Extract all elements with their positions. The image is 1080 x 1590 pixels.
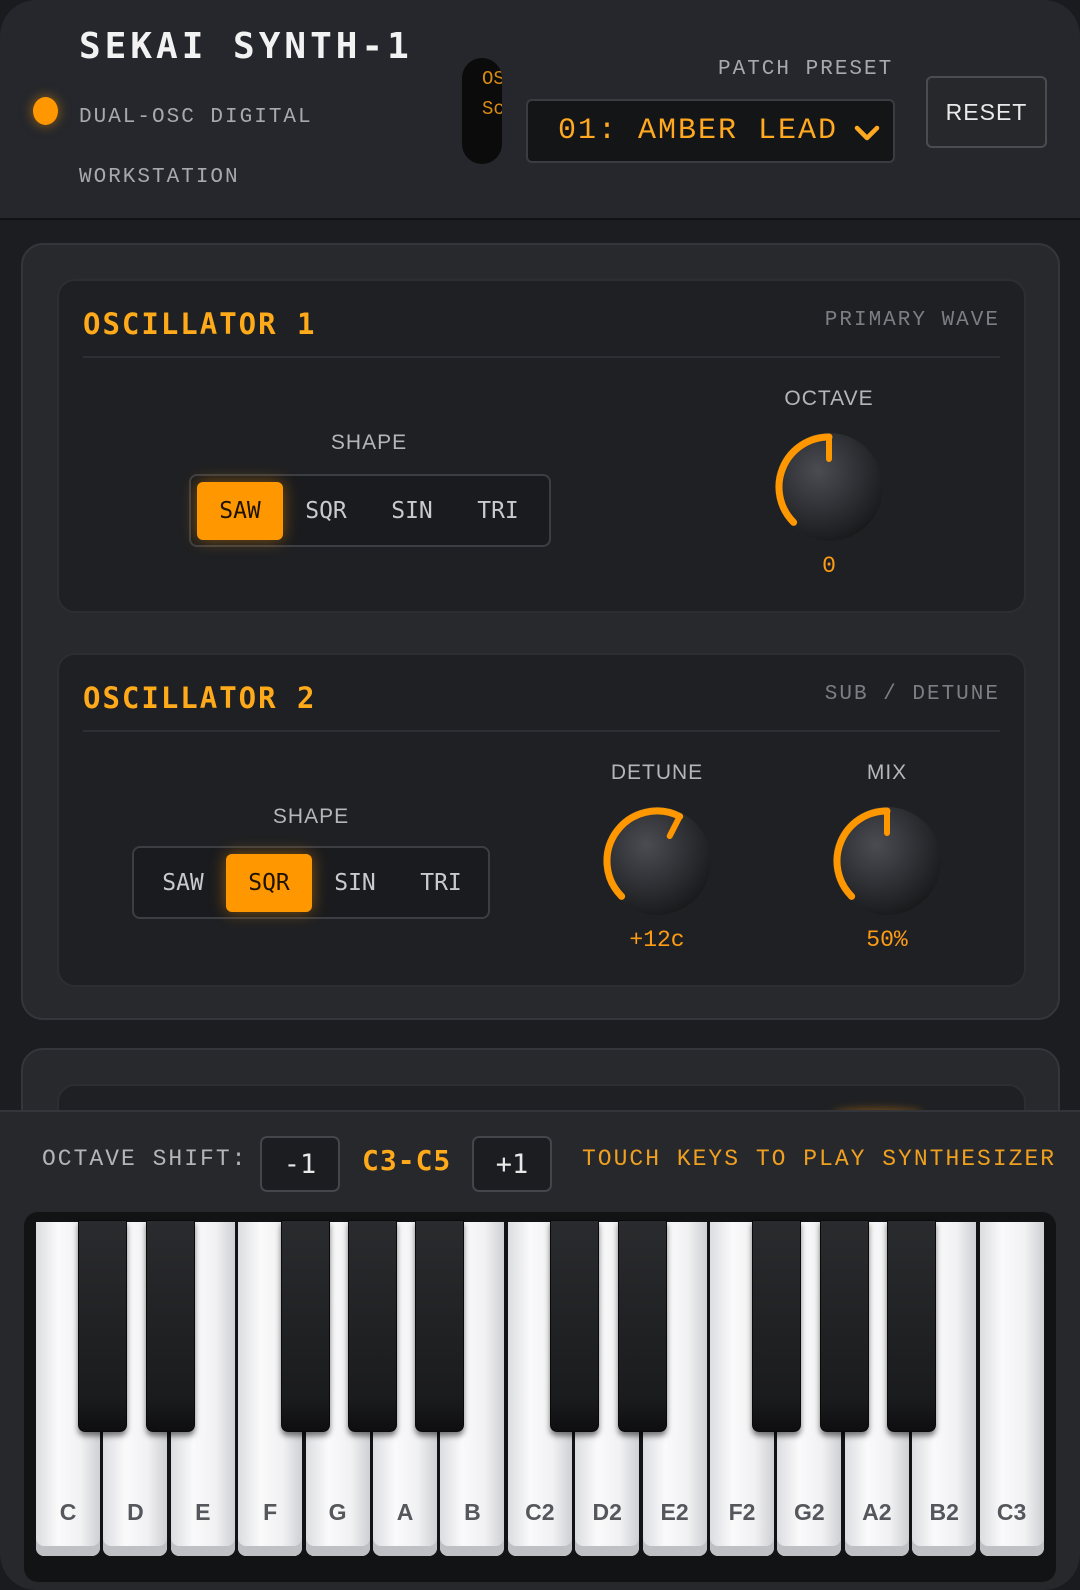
black-key-d-sharp[interactable] [145,1220,195,1432]
osc1-shape-sqr[interactable]: SQR [283,482,369,540]
key-label: F [263,1499,278,1525]
oscillator-1-tag: PRIMARY WAVE [824,309,1000,332]
key-label: F2 [728,1499,756,1525]
osc2-shape-sin[interactable]: SIN [312,854,398,912]
oscillator-1-card: OSCILLATOR 1 PRIMARY WAVE SHAPE SAW SQR … [57,279,1026,613]
patch-preset-select[interactable]: 01: AMBER LEAD [526,99,895,163]
patch-preset-label: PATCH PRESET [718,58,894,81]
osc2-mix-value: 50% [866,927,908,953]
osc1-shape-selector: SAW SQR SIN TRI [189,474,551,547]
white-key-c3[interactable]: C3 [979,1222,1044,1556]
osc1-octave-label: OCTAVE [784,387,874,410]
osc2-mix-label: MIX [866,761,908,784]
key-label: E2 [660,1499,689,1525]
key-label: C [59,1499,77,1525]
synth-app: SEKAI SYNTH-1 DUAL-OSC DIGITAL WORKSTATI… [0,0,1080,1590]
octave-down-button[interactable]: -1 [260,1136,340,1192]
reset-button[interactable]: RESET [926,76,1047,148]
oscillator-2-tag: SUB / DETUNE [824,683,1000,706]
osc2-shape-saw[interactable]: SAW [140,854,226,912]
oscillator-panel: OSCILLATOR 1 PRIMARY WAVE SHAPE SAW SQR … [21,243,1060,1020]
black-key-d2-sharp[interactable] [617,1220,667,1432]
black-key-f2-sharp[interactable] [752,1220,802,1432]
app-subtitle: DUAL-OSC DIGITAL WORKSTATION [79,106,313,189]
power-led-icon [33,97,58,125]
octave-range: C3-C5 [362,1144,452,1177]
black-key-a2-sharp[interactable] [887,1220,937,1432]
black-key-g2-sharp[interactable] [819,1220,869,1432]
piano-keyboard: C D E F G A B C2 D2 E2 F2 G2 A2 B2 C3 [24,1212,1056,1582]
oscillator-1-title: OSCILLATOR 1 [83,307,317,341]
key-label: C3 [996,1499,1027,1525]
key-label: G [328,1499,347,1525]
app-title: SEKAI SYNTH-1 [79,26,413,67]
mini-display: OS Sc [462,58,502,164]
osc2-detune-knob[interactable] [597,801,717,921]
oscillator-2-card: OSCILLATOR 2 SUB / DETUNE SHAPE SAW SQR … [57,653,1026,987]
divider [83,356,1000,358]
key-label: B [464,1499,481,1525]
mini-display-line-2: Sc [482,98,502,120]
osc2-shape-tri[interactable]: TRI [398,854,484,912]
key-label: C2 [525,1499,555,1525]
osc1-shape-sin[interactable]: SIN [369,482,455,540]
black-key-c-sharp[interactable] [78,1220,128,1432]
black-key-g-sharp[interactable] [348,1220,397,1432]
oscillator-2-title: OSCILLATOR 2 [83,681,317,715]
key-label: D [127,1499,144,1525]
key-label: E [195,1499,211,1525]
osc1-shape-label: SHAPE [330,431,408,454]
osc1-octave-value: 0 [822,553,836,579]
key-label: A2 [862,1499,892,1525]
key-label: A [396,1499,414,1525]
key-label: B2 [929,1499,959,1525]
octave-shift-label: OCTAVE SHIFT: [42,1146,248,1172]
osc2-detune-value: +12c [629,927,685,953]
patch-preset-value: 01: AMBER LEAD [558,114,839,148]
divider [83,730,1000,732]
osc2-shape-selector: SAW SQR SIN TRI [132,846,490,919]
black-key-f-sharp[interactable] [280,1220,330,1432]
osc1-shape-tri[interactable]: TRI [455,482,541,540]
key-label: G2 [794,1499,825,1525]
osc2-detune-label: DETUNE [610,761,704,784]
osc2-shape-label: SHAPE [272,805,350,828]
octave-up-button[interactable]: +1 [472,1136,552,1192]
osc2-shape-sqr[interactable]: SQR [226,854,312,912]
black-key-c2-sharp[interactable] [550,1220,600,1432]
chevron-down-icon [854,125,880,141]
black-key-a-sharp[interactable] [415,1220,465,1432]
key-label: D2 [592,1499,622,1525]
mini-display-line-1: OS [482,68,502,90]
osc2-mix-knob[interactable] [827,801,947,921]
keyboard-deck: OCTAVE SHIFT: -1 C3-C5 +1 TOUCH KEYS TO … [0,1110,1080,1590]
osc1-shape-saw[interactable]: SAW [197,482,283,540]
header: SEKAI SYNTH-1 DUAL-OSC DIGITAL WORKSTATI… [0,0,1080,220]
osc1-octave-knob[interactable] [769,427,889,547]
keyboard-hint: TOUCH KEYS TO PLAY SYNTHESIZER [582,1146,1057,1172]
